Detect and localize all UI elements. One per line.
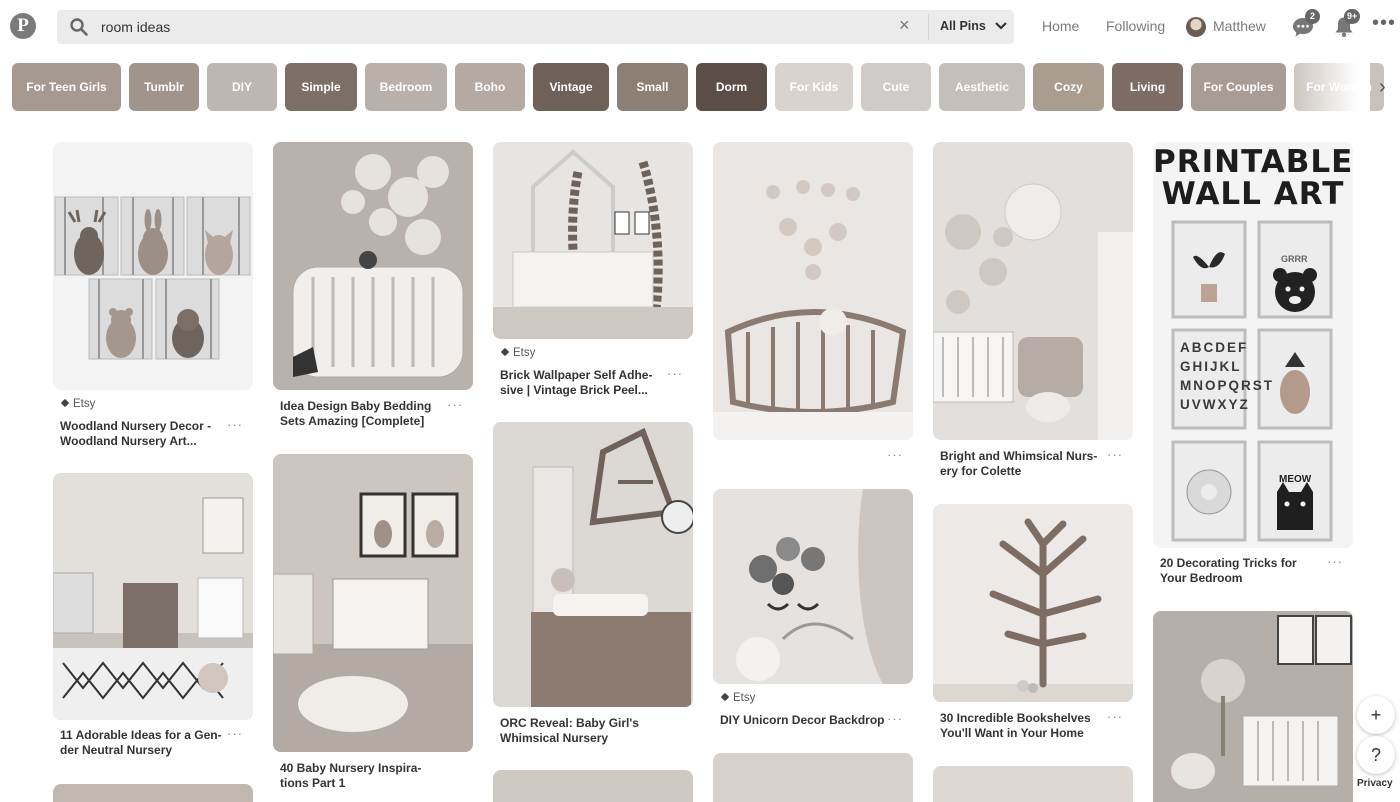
nursery-photo: [53, 473, 253, 720]
pin-image-mobile-crib[interactable]: [713, 142, 913, 440]
pin-title-unicorn[interactable]: DIY Unicorn Decor Backdrop: [720, 713, 884, 728]
unicorn-decor-photo: [713, 489, 913, 684]
pin-title-woodland[interactable]: Woodland Nursery Decor - Woodland Nurser…: [60, 419, 211, 449]
pin-image-woodland-nursery[interactable]: [53, 142, 253, 390]
pin-title-orc[interactable]: ORC Reveal: Baby Girl's Whimsical Nurser…: [500, 716, 639, 746]
grrr-poster-text: GRRR: [1281, 254, 1308, 264]
dresser-shelves-photo: [493, 422, 693, 707]
guide-chip[interactable]: For Couples: [1191, 63, 1286, 111]
pin-source-brick[interactable]: Etsy: [499, 347, 535, 359]
pin-image-baby-bedding[interactable]: [273, 142, 473, 390]
guide-chip[interactable]: Small: [617, 63, 688, 111]
search-scope-dropdown[interactable]: All Pins: [940, 19, 1007, 33]
more-options-icon[interactable]: •••: [1372, 12, 1396, 35]
pin-image-partial-col5[interactable]: [933, 766, 1133, 802]
search-divider: [928, 14, 929, 40]
nav-following-link[interactable]: Following: [1106, 18, 1165, 34]
house-bed-photo: [493, 142, 693, 339]
notifications-badge: 9+: [1344, 9, 1361, 24]
guide-chip[interactable]: Living: [1112, 63, 1183, 111]
pin-image-partial-col4[interactable]: [713, 753, 913, 802]
pin-source-woodland[interactable]: Etsy: [59, 398, 95, 410]
pin-title-colette[interactable]: Bright and Whimsical Nurs- ery for Colet…: [940, 449, 1097, 479]
chevron-right-icon[interactable]: ›: [1379, 76, 1386, 99]
pin-image-colette-nursery[interactable]: [933, 142, 1133, 440]
guide-chip[interactable]: For Kids: [775, 63, 853, 111]
guide-chip[interactable]: For Women: [1294, 63, 1384, 111]
guide-chip[interactable]: Tumblr: [129, 63, 199, 111]
guide-chip[interactable]: Bedroom: [365, 63, 447, 111]
messages-badge: 2: [1305, 9, 1320, 24]
guide-chip[interactable]: Simple: [285, 63, 357, 111]
pin-more-brick-icon[interactable]: ···: [667, 366, 683, 381]
guide-chip[interactable]: Dorm: [696, 63, 767, 111]
pin-title-brick[interactable]: Brick Wallpaper Self Adhe- sive | Vintag…: [500, 368, 652, 398]
top-bar: P room ideas × All Pins Home Following M…: [0, 0, 1400, 56]
pin-title-bookshelves[interactable]: 30 Incredible Bookshelves You'll Want in…: [940, 711, 1091, 741]
pin-more-unicorn-icon[interactable]: ···: [887, 711, 903, 726]
tree-bookshelf-photo: [933, 504, 1133, 702]
pinterest-logo-icon[interactable]: P: [10, 13, 36, 39]
pin-more-colette-icon[interactable]: ···: [1107, 447, 1123, 462]
add-pin-button[interactable]: +: [1357, 696, 1395, 734]
pin-more-idea-design-icon[interactable]: ···: [447, 397, 463, 412]
nursery-tree-photo: [1153, 611, 1353, 802]
avatar[interactable]: [1186, 17, 1206, 37]
chevron-down-icon: [995, 22, 1007, 30]
pin-image-gender-neutral-nursery[interactable]: [53, 473, 253, 720]
clear-search-icon[interactable]: ×: [899, 15, 910, 36]
search-input[interactable]: room ideas: [101, 19, 170, 35]
pin-source-unicorn[interactable]: Etsy: [719, 692, 755, 704]
pin-image-printable-wall-art[interactable]: PRINTABLE WALL ART ABCDEF GHIJKL MNOPQRS…: [1153, 142, 1353, 548]
meow-poster-text: MEOW: [1279, 474, 1312, 485]
alphabet-poster-text: ABCDEF GHIJKL MNOPQRST UVWXYZ: [1180, 340, 1275, 412]
woodland-art-prints: [54, 196, 251, 360]
pin-title-adorable[interactable]: 11 Adorable Ideas for a Gen- der Neutral…: [60, 728, 222, 758]
pin-image-partial-col1[interactable]: [53, 784, 253, 802]
tag-icon: [500, 347, 510, 357]
pin-image-unicorn-backdrop[interactable]: [713, 489, 913, 684]
guide-chip[interactable]: DIY: [207, 63, 277, 111]
pin-more-mobile-icon[interactable]: ···: [887, 447, 903, 462]
pin-more-printable-icon[interactable]: ···: [1327, 554, 1343, 569]
privacy-link[interactable]: Privacy: [1357, 778, 1393, 789]
pin-image-brick-wallpaper[interactable]: [493, 142, 693, 339]
search-guides-row: For Teen Girls Tumblr DIY Simple Bedroom Boho…: [12, 63, 1400, 113]
nursery-crib-photo: [273, 142, 473, 390]
pin-source-label: Etsy: [513, 347, 536, 359]
guide-chip[interactable]: Cute: [861, 63, 931, 111]
pin-title-40-baby[interactable]: 40 Baby Nursery Inspira- tions Part 1: [280, 761, 421, 791]
pin-image-bookshelves[interactable]: [933, 504, 1133, 702]
guide-chip[interactable]: For Teen Girls: [12, 63, 121, 111]
search-icon: [70, 18, 88, 36]
pin-image-nursery-bottom[interactable]: [1153, 611, 1353, 802]
pin-source-label: Etsy: [73, 398, 96, 410]
pin-more-bookshelves-icon[interactable]: ···: [1107, 709, 1123, 724]
pin-image-partial-col3[interactable]: [493, 770, 693, 802]
pin-title-printable[interactable]: 20 Decorating Tricks for Your Bedroom: [1160, 556, 1297, 586]
pin-more-woodland-icon[interactable]: ···: [227, 417, 243, 432]
pin-title-idea-design[interactable]: Idea Design Baby Bedding Sets Amazing [C…: [280, 399, 431, 429]
tag-icon: [720, 692, 730, 702]
guide-chip[interactable]: Cozy: [1033, 63, 1104, 111]
guide-chip[interactable]: Boho: [455, 63, 525, 111]
search-bar[interactable]: room ideas × All Pins: [57, 10, 1014, 44]
search-scope-label: All Pins: [940, 19, 986, 33]
whimsical-nursery-photo: [933, 142, 1133, 440]
rattan-crib-photo: [713, 142, 913, 440]
pin-image-orc-reveal[interactable]: [493, 422, 693, 707]
guide-chip[interactable]: Vintage: [533, 63, 609, 111]
pin-source-label: Etsy: [733, 692, 756, 704]
tag-icon: [60, 398, 70, 408]
guide-chip[interactable]: Aesthetic: [939, 63, 1025, 111]
pin-image-40-baby-nursery[interactable]: [273, 454, 473, 752]
pin-more-adorable-icon[interactable]: ···: [227, 726, 243, 741]
nav-home-link[interactable]: Home: [1042, 18, 1079, 34]
nav-profile-link[interactable]: Matthew: [1213, 18, 1266, 34]
nursery-bunny-photo: [273, 454, 473, 752]
help-button[interactable]: ?: [1357, 736, 1395, 774]
